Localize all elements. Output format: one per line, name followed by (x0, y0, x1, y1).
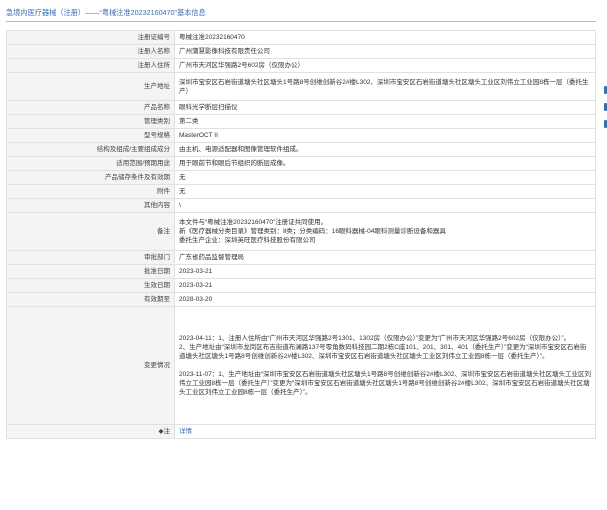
details-link[interactable]: 详情 (179, 428, 192, 435)
table-row: 注册证编号 粤械注准20232160470 (6, 30, 596, 45)
field-value: 无 (174, 170, 596, 185)
field-value: 广州市天河区华强路2号602房（仅限办公） (174, 58, 596, 73)
table-row: 备注 本文件与“粤械注准20232160470”注册证共同使用。 新《医疗器械分… (6, 212, 596, 251)
page-title: 急境内医疗器械（注册）——“粤械注准20232160470”基本信息 (6, 8, 206, 17)
table-row: 注册人名称 广州蒲慧影像科技有限责任公司 (6, 44, 596, 59)
field-value: 2023-03-21 (174, 264, 596, 279)
field-label: 注册证编号 (6, 30, 175, 45)
field-label: 生效日期 (6, 278, 175, 293)
field-label: ◆注 (6, 424, 175, 439)
table-row: 有效期至 2028-03-20 (6, 292, 596, 307)
field-value: 无 (174, 184, 596, 199)
field-value: MasterOCT II (174, 128, 596, 143)
field-value: 2023-03-21 (174, 278, 596, 293)
field-label: 变更情况 (6, 306, 175, 425)
table-row: 生产地址 深圳市宝安区石岩街道塘头社区塘头1号路8号创维创新谷2#楼L302、深… (6, 72, 596, 101)
field-value: 广东省药品监督管理局 (174, 250, 596, 265)
field-label: 有效期至 (6, 292, 175, 307)
field-value: 2023-04-11：1、注册人住所由“广州市天河区华强路2号1301、1302… (174, 306, 596, 425)
field-value: 由主机、电源适配器和图像管理软件组成。 (174, 142, 596, 157)
field-value: 眼科光学断层扫描仪 (174, 100, 596, 115)
field-label: 生产地址 (6, 72, 175, 101)
field-label: 产品名称 (6, 100, 175, 115)
table-row: 产品储存条件及有效期 无 (6, 170, 596, 185)
table-row: 其他内容 \ (6, 198, 596, 213)
field-value: \ (174, 198, 596, 213)
table-row: 注册人住所 广州市天河区华强路2号602房（仅限办公） (6, 58, 596, 73)
field-value: 本文件与“粤械注准20232160470”注册证共同使用。 新《医疗器械分类目录… (174, 212, 596, 251)
field-label: 其他内容 (6, 198, 175, 213)
field-value: 深圳市宝安区石岩街道塘头社区塘头1号路8号创维创新谷2#楼L302、深圳市宝安区… (174, 72, 596, 101)
table-row: 适用范围/预期用途 用于眼前节和眼后节组织的断层成像。 (6, 156, 596, 171)
table-row: 管理类别 第二类 (6, 114, 596, 129)
table-row: 结构及组成/主要组成成分 由主机、电源适配器和图像管理软件组成。 (6, 142, 596, 157)
field-label: 注册人住所 (6, 58, 175, 73)
field-value: 2028-03-20 (174, 292, 596, 307)
field-label: 结构及组成/主要组成成分 (6, 142, 175, 157)
field-label: 备注 (6, 212, 175, 251)
field-value: 用于眼前节和眼后节组织的断层成像。 (174, 156, 596, 171)
device-detail-table: 注册证编号 粤械注准20232160470 注册人名称 广州蒲慧影像科技有限责任… (6, 30, 596, 439)
field-value: 第二类 (174, 114, 596, 129)
field-label: 产品储存条件及有效期 (6, 170, 175, 185)
table-row: 变更情况 2023-04-11：1、注册人住所由“广州市天河区华强路2号1301… (6, 306, 596, 425)
field-label: 批准日期 (6, 264, 175, 279)
table-row: 生效日期 2023-03-21 (6, 278, 596, 293)
table-row: 批准日期 2023-03-21 (6, 264, 596, 279)
field-label: 型号规格 (6, 128, 175, 143)
field-label: 适用范围/预期用途 (6, 156, 175, 171)
table-row: 附件 无 (6, 184, 596, 199)
table-row: 产品名称 眼科光学断层扫描仪 (6, 100, 596, 115)
field-label: 附件 (6, 184, 175, 199)
field-label: 审批部门 (6, 250, 175, 265)
field-value: 广州蒲慧影像科技有限责任公司 (174, 44, 596, 59)
table-row: ◆注 详情 (6, 424, 596, 439)
table-row: 型号规格 MasterOCT II (6, 128, 596, 143)
header-divider (6, 21, 596, 22)
table-row: 审批部门 广东省药品监督管理局 (6, 250, 596, 265)
field-value: 粤械注准20232160470 (174, 30, 596, 45)
field-label: 注册人名称 (6, 44, 175, 59)
field-label: 管理类别 (6, 114, 175, 129)
